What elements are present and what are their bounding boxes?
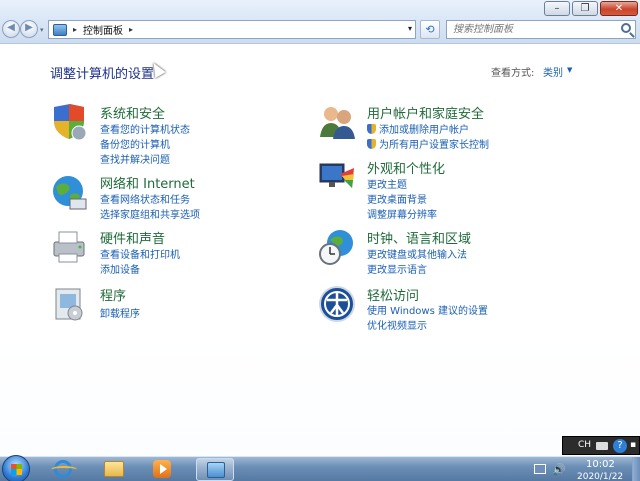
- link-change-theme[interactable]: 更改主题: [367, 176, 407, 191]
- input-language-indicator[interactable]: CH: [578, 440, 591, 450]
- link-network-status[interactable]: 查看网络状态和任务: [100, 191, 190, 206]
- link-screen-resolution[interactable]: 调整屏幕分辨率: [367, 206, 437, 221]
- forward-arrow-icon: ▶: [25, 22, 33, 33]
- close-icon: ✕: [614, 3, 624, 14]
- link-label: 添加或删除用户帐户: [379, 125, 469, 136]
- windows-logo-icon: [11, 464, 22, 475]
- users-icon[interactable]: [318, 103, 356, 141]
- breadcrumb-separator-icon[interactable]: ▸: [73, 25, 77, 34]
- printer-icon[interactable]: [50, 228, 88, 266]
- uac-shield-icon: [367, 124, 376, 134]
- link-add-device[interactable]: 添加设备: [100, 261, 140, 276]
- window-titlebar: – ❐ ✕ ◀ ▶ ▾ ▸ 控制面板 ▸ ▾ ⟲: [0, 0, 640, 44]
- control-panel-content: 调整计算机的设置 查看方式: 类别 ▼ 系统和安全 查看您的计算机状态 备份您的…: [0, 45, 640, 456]
- maximize-button[interactable]: ❐: [572, 1, 598, 16]
- breadcrumb-separator-icon[interactable]: ▸: [129, 25, 133, 34]
- link-add-remove-accounts[interactable]: 添加或删除用户帐户: [367, 121, 469, 136]
- search-input[interactable]: [447, 21, 617, 38]
- minimize-button[interactable]: –: [544, 1, 570, 16]
- keyboard-icon[interactable]: [596, 442, 608, 450]
- network-status-icon[interactable]: [534, 464, 546, 474]
- uac-shield-icon: [367, 139, 376, 149]
- folder-icon: [104, 461, 124, 477]
- control-panel-icon: [53, 23, 67, 36]
- link-homegroup-sharing[interactable]: 选择家庭组和共享选项: [100, 206, 200, 221]
- back-button[interactable]: ◀: [2, 20, 20, 38]
- volume-icon[interactable]: 🔊: [552, 463, 566, 476]
- programs-icon[interactable]: [50, 285, 88, 323]
- network-globe-icon[interactable]: [50, 173, 88, 211]
- category-title-network-internet[interactable]: 网络和 Internet: [100, 173, 195, 192]
- maximize-icon: ❐: [580, 3, 590, 14]
- control-panel-icon: [207, 462, 225, 478]
- refresh-icon: ⟲: [425, 23, 435, 36]
- search-icon[interactable]: [621, 23, 631, 33]
- back-arrow-icon: ◀: [7, 22, 15, 33]
- link-devices-printers[interactable]: 查看设备和打印机: [100, 246, 180, 261]
- chevron-down-icon[interactable]: ▼: [567, 66, 572, 74]
- recent-pages-dropdown[interactable]: ▾: [40, 26, 44, 34]
- taskbar-file-explorer[interactable]: [95, 458, 133, 481]
- ease-of-access-icon[interactable]: [318, 285, 356, 323]
- link-change-background[interactable]: 更改桌面背景: [367, 191, 427, 206]
- link-view-computer-status[interactable]: 查看您的计算机状态: [100, 121, 190, 136]
- clock-globe-icon[interactable]: [318, 228, 356, 266]
- taskbar-media-player[interactable]: [143, 458, 181, 481]
- internet-explorer-icon: [51, 460, 77, 478]
- link-backup-computer[interactable]: 备份您的计算机: [100, 136, 170, 151]
- link-parental-controls[interactable]: 为所有用户设置家长控制: [367, 136, 489, 151]
- language-bar-options-icon[interactable]: ▪: [630, 440, 636, 450]
- link-label: 为所有用户设置家长控制: [379, 140, 489, 151]
- link-windows-suggested-settings[interactable]: 使用 Windows 建议的设置: [367, 302, 488, 317]
- refresh-button[interactable]: ⟲: [420, 20, 440, 39]
- system-tray: 🔊 10:02 2020/1/22: [530, 457, 640, 481]
- link-uninstall-program[interactable]: 卸载程序: [100, 305, 140, 320]
- taskbar-internet-explorer[interactable]: [44, 458, 82, 481]
- show-desktop-button[interactable]: [632, 457, 640, 481]
- category-title-hardware-sound[interactable]: 硬件和声音: [100, 228, 165, 247]
- view-by-dropdown[interactable]: 类别: [543, 64, 563, 79]
- shield-icon[interactable]: [50, 103, 88, 141]
- breadcrumb-control-panel[interactable]: 控制面板: [83, 22, 123, 37]
- start-button[interactable]: [2, 455, 30, 481]
- window-controls: – ❐ ✕: [542, 1, 638, 16]
- minimize-icon: –: [554, 3, 560, 14]
- category-title-clock-language-region[interactable]: 时钟、语言和区域: [367, 228, 471, 247]
- category-title-system-security[interactable]: 系统和安全: [100, 103, 165, 122]
- category-title-user-accounts[interactable]: 用户帐户和家庭安全: [367, 103, 484, 122]
- media-player-icon: [153, 460, 171, 478]
- clock-time[interactable]: 10:02: [586, 459, 615, 470]
- close-button[interactable]: ✕: [600, 1, 638, 16]
- taskbar-control-panel[interactable]: [196, 458, 234, 481]
- forward-button[interactable]: ▶: [20, 20, 38, 38]
- category-title-programs[interactable]: 程序: [100, 285, 126, 304]
- link-change-display-language[interactable]: 更改显示语言: [367, 261, 427, 276]
- page-title: 调整计算机的设置: [50, 67, 155, 82]
- help-icon[interactable]: ?: [613, 439, 627, 453]
- language-bar[interactable]: CH ? ▪: [562, 436, 640, 455]
- search-box[interactable]: [446, 20, 636, 39]
- taskbar: 🔊 10:02 2020/1/22: [0, 455, 640, 481]
- address-dropdown-icon[interactable]: ▾: [408, 24, 412, 33]
- view-by-label: 查看方式:: [491, 68, 535, 79]
- category-title-appearance[interactable]: 外观和个性化: [367, 158, 445, 177]
- address-bar[interactable]: ▸ 控制面板 ▸ ▾: [48, 20, 416, 39]
- link-change-keyboards[interactable]: 更改键盘或其他输入法: [367, 246, 467, 261]
- monitor-palette-icon[interactable]: [318, 158, 356, 196]
- clock-date[interactable]: 2020/1/22: [577, 472, 623, 481]
- link-optimize-visual-display[interactable]: 优化视频显示: [367, 317, 427, 332]
- link-troubleshoot[interactable]: 查找并解决问题: [100, 151, 170, 166]
